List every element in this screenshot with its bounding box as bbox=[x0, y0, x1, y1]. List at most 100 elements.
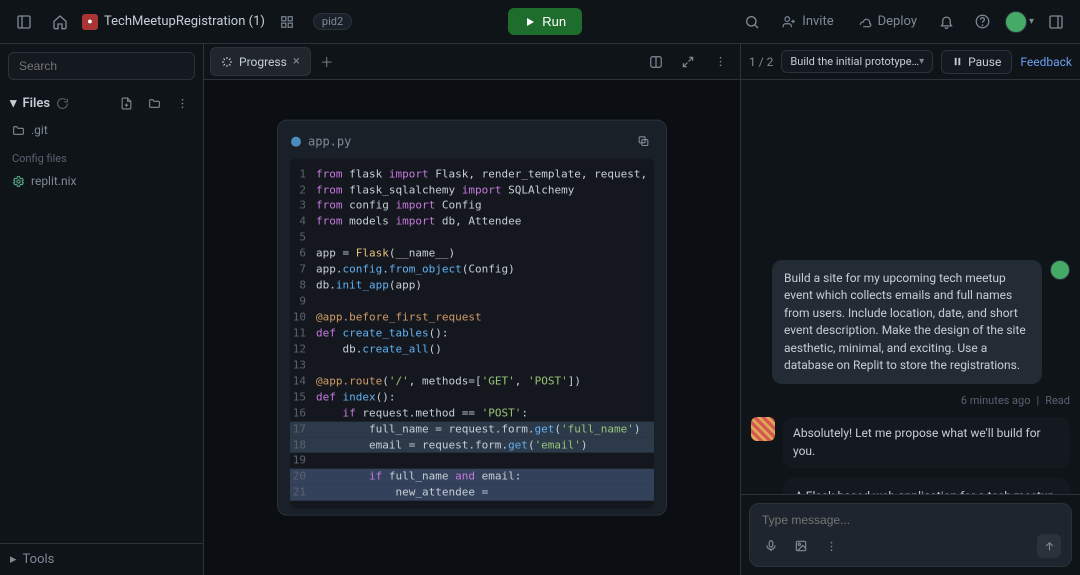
message-input-controls bbox=[760, 534, 1061, 558]
message-input-row bbox=[741, 494, 1080, 575]
code-line: 20 if full_name and email: bbox=[290, 469, 654, 485]
file-tree: .git bbox=[0, 118, 203, 142]
theme-toggle-icon[interactable] bbox=[642, 48, 670, 76]
code-filename: app.py bbox=[308, 134, 351, 148]
code-line: 9 bbox=[290, 294, 654, 310]
read-label: Read bbox=[1045, 394, 1070, 407]
sync-icon bbox=[56, 97, 69, 110]
pause-button[interactable]: Pause bbox=[941, 50, 1012, 74]
chevron-down-icon: ▾ bbox=[1029, 16, 1034, 27]
sidebar-toggle-icon[interactable] bbox=[10, 8, 38, 36]
home-icon[interactable] bbox=[46, 8, 74, 36]
feedback-link[interactable]: Feedback bbox=[1020, 55, 1072, 69]
code-line: 16 if request.method == 'POST': bbox=[290, 405, 654, 421]
deploy-label: Deploy bbox=[878, 14, 917, 29]
message-field[interactable] bbox=[760, 512, 1061, 528]
files-header[interactable]: ▾ Files bbox=[0, 88, 203, 118]
bell-icon[interactable] bbox=[933, 8, 961, 36]
tools-toggle[interactable]: ▸ Tools bbox=[0, 543, 203, 575]
search-field[interactable] bbox=[17, 58, 186, 74]
code-line: 7app.config.from_object(Config) bbox=[290, 262, 654, 278]
attach-icon[interactable] bbox=[790, 535, 812, 557]
chat-scroll[interactable]: Build a site for my upcoming tech meetup… bbox=[741, 80, 1080, 494]
new-folder-icon[interactable] bbox=[143, 92, 165, 114]
editor-surface: Creating app.py app.py 1from flask impor… bbox=[204, 80, 740, 575]
code-line: 8db.init_app(app) bbox=[290, 278, 654, 294]
user-message-bubble: Build a site for my upcoming tech meetup… bbox=[772, 260, 1042, 384]
code-line: 10@app.before_first_request bbox=[290, 310, 654, 326]
folder-icon bbox=[12, 124, 25, 137]
grid-icon[interactable] bbox=[273, 8, 301, 36]
add-tab-icon[interactable]: ＋ bbox=[315, 50, 339, 74]
python-icon bbox=[290, 135, 302, 147]
run-button[interactable]: Run bbox=[508, 8, 582, 35]
agent-panel: 1 / 2 Build the initial prototype of the… bbox=[740, 44, 1080, 575]
agent-panel-header: 1 / 2 Build the initial prototype of the… bbox=[741, 44, 1080, 80]
tabs-row: Progress × ＋ bbox=[204, 44, 740, 80]
code-line: 21 new_attendee = bbox=[290, 485, 654, 501]
mic-icon[interactable] bbox=[760, 535, 782, 557]
topbar: ● TechMeetupRegistration (1) pid2 Run In… bbox=[0, 0, 1080, 44]
code-line: 17 full_name = request.form.get('full_na… bbox=[290, 421, 654, 437]
deploy-button[interactable]: Deploy bbox=[850, 10, 925, 33]
search-icon[interactable] bbox=[738, 8, 766, 36]
invite-button[interactable]: Invite bbox=[774, 10, 841, 33]
project-name[interactable]: ● TechMeetupRegistration (1) bbox=[82, 14, 265, 30]
code-line: 1from flask import Flask, render_templat… bbox=[290, 166, 654, 182]
config-section-label: Config files bbox=[0, 142, 203, 169]
assistant-body-bubble: A Flask-based web application for a tech… bbox=[783, 478, 1070, 494]
expand-icon[interactable] bbox=[674, 48, 702, 76]
assistant-lead-bubble: Absolutely! Let me propose what we'll bu… bbox=[783, 417, 1070, 468]
task-select[interactable]: Build the initial prototype of the reque… bbox=[781, 50, 933, 73]
avatar-stack[interactable]: ▾ bbox=[1005, 11, 1034, 33]
right-panel-toggle-icon[interactable] bbox=[1042, 8, 1070, 36]
code-line: 4from models import db, Attendee bbox=[290, 214, 654, 230]
close-icon[interactable]: × bbox=[293, 54, 300, 69]
task-select-label: Build the initial prototype of the reque… bbox=[790, 55, 919, 68]
pause-label: Pause bbox=[968, 55, 1001, 69]
code-preview-card: app.py 1from flask import Flask, render_… bbox=[277, 119, 667, 516]
code-line: 12 db.create_all() bbox=[290, 342, 654, 358]
tag-pill[interactable]: pid2 bbox=[313, 13, 352, 30]
project-icon: ● bbox=[82, 14, 98, 30]
files-label: Files bbox=[23, 96, 51, 111]
sparkle-icon bbox=[221, 56, 233, 68]
code-line: 11def create_tables(): bbox=[290, 326, 654, 342]
send-button[interactable] bbox=[1037, 534, 1061, 558]
tools-label: Tools bbox=[23, 552, 55, 567]
user-message-row: Build a site for my upcoming tech meetup… bbox=[751, 260, 1070, 384]
code-line: 3from config import Config bbox=[290, 198, 654, 214]
file-item-label: replit.nix bbox=[31, 174, 76, 188]
run-button-label: Run bbox=[542, 14, 566, 29]
new-file-icon[interactable] bbox=[115, 92, 137, 114]
avatar bbox=[1005, 11, 1027, 33]
assistant-lead-row: Absolutely! Let me propose what we'll bu… bbox=[751, 417, 1070, 468]
more-icon[interactable] bbox=[706, 48, 734, 76]
gear-icon bbox=[12, 175, 25, 188]
file-item-git[interactable]: .git bbox=[6, 120, 197, 140]
more-icon[interactable] bbox=[820, 535, 842, 557]
file-item-replit-nix[interactable]: replit.nix bbox=[6, 171, 197, 191]
message-input[interactable] bbox=[749, 503, 1072, 567]
timestamp-text: 6 minutes ago bbox=[961, 394, 1031, 407]
code-line: 2from flask_sqlalchemy import SQLAlchemy bbox=[290, 182, 654, 198]
code-header: app.py bbox=[290, 130, 654, 158]
chevron-down-icon: ▾ bbox=[919, 56, 924, 67]
code-box: 1from flask import Flask, render_templat… bbox=[290, 158, 654, 509]
code-line: 13 bbox=[290, 358, 654, 374]
invite-label: Invite bbox=[802, 14, 833, 29]
config-tree: replit.nix bbox=[0, 169, 203, 193]
assistant-body-row: A Flask-based web application for a tech… bbox=[783, 478, 1070, 494]
tab-label: Progress bbox=[239, 55, 287, 69]
code-line: 19 bbox=[290, 453, 654, 469]
tab-progress[interactable]: Progress × bbox=[210, 47, 311, 76]
more-icon[interactable] bbox=[171, 92, 193, 114]
chevron-down-icon: ▾ bbox=[10, 96, 17, 111]
file-item-label: .git bbox=[31, 123, 48, 137]
code-line: 5 bbox=[290, 230, 654, 246]
help-icon[interactable] bbox=[969, 8, 997, 36]
copy-icon[interactable] bbox=[632, 130, 654, 152]
code-line: 18 email = request.form.get('email') bbox=[290, 437, 654, 453]
search-input[interactable] bbox=[8, 52, 195, 80]
page-indicator: 1 / 2 bbox=[749, 55, 773, 69]
